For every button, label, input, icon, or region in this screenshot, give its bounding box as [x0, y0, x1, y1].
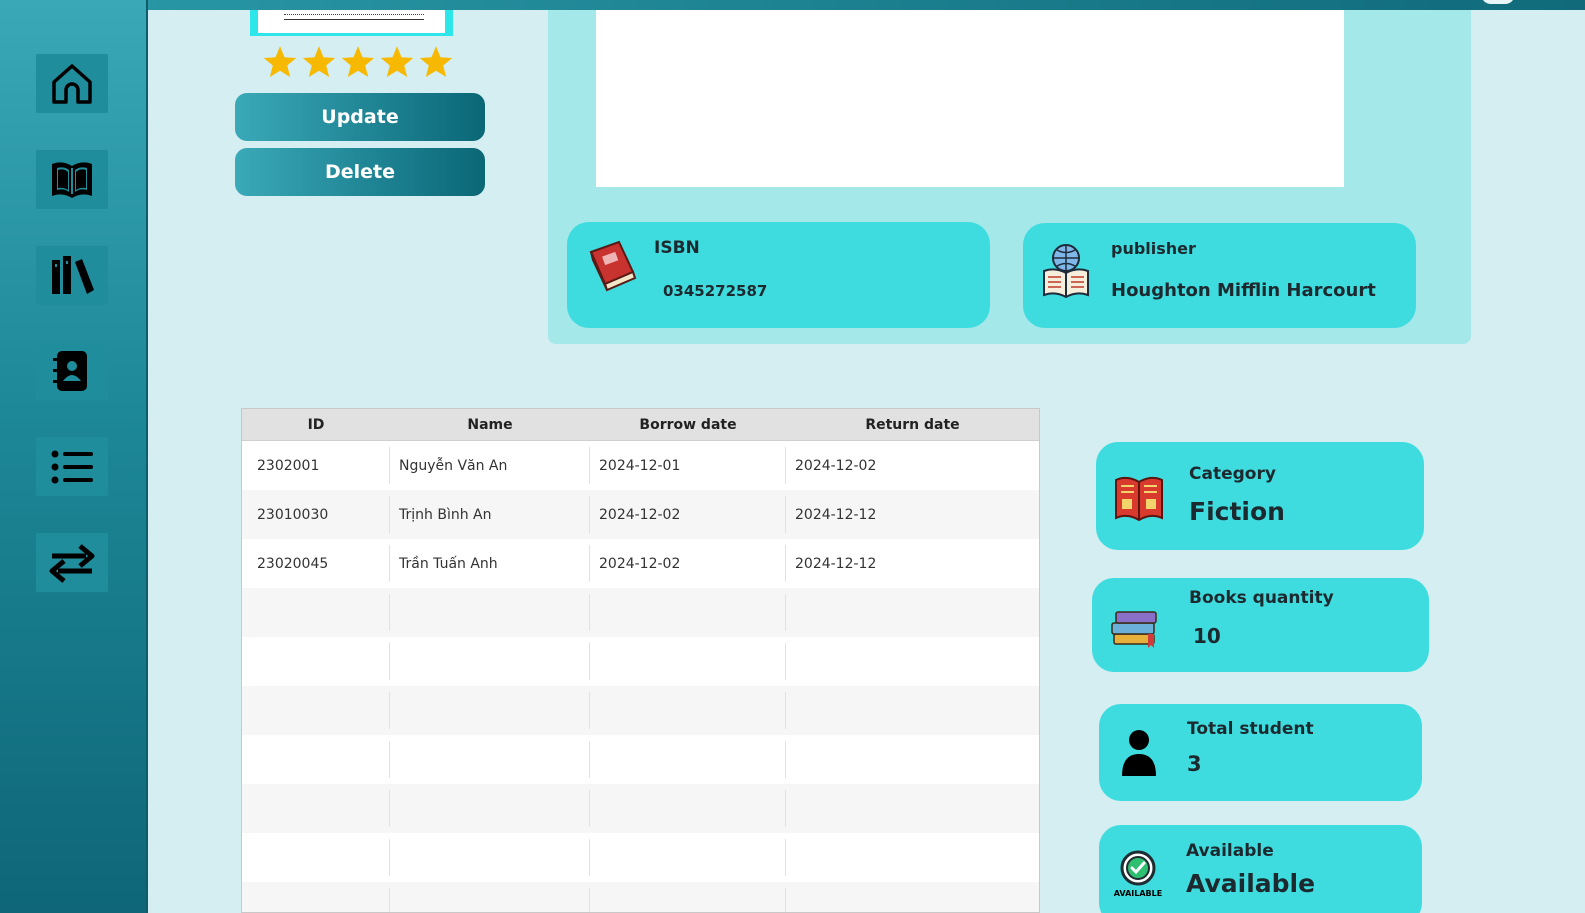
column-header-return-date[interactable]: Return date — [786, 409, 1039, 440]
empty-row[interactable] — [242, 686, 1039, 735]
available-badge-text: AVAILABLE — [1114, 889, 1162, 898]
cell-id: 2302001 — [242, 447, 390, 484]
cell-borrow-date: 2024-12-02 — [590, 545, 786, 582]
book-cover-image — [250, 10, 453, 36]
publisher-card: publisher Houghton Mifflin Harcourt — [1023, 223, 1416, 328]
table-row[interactable]: 2302001 Nguyễn Văn An 2024-12-01 2024-12… — [242, 441, 1039, 490]
window-control[interactable] — [1481, 0, 1515, 4]
cell-return-date: 2024-12-12 — [795, 506, 877, 523]
table-row[interactable]: 23010030 Trịnh Bình An 2024-12-02 2024-1… — [242, 490, 1039, 539]
cover-text — [284, 14, 424, 20]
contacts-icon — [53, 350, 87, 391]
nav-library-button[interactable] — [36, 246, 108, 305]
delete-button[interactable]: Delete — [235, 148, 485, 196]
books-quantity-value: 10 — [1193, 624, 1221, 648]
available-badge-icon: AVAILABLE — [1114, 850, 1162, 898]
empty-row[interactable] — [242, 588, 1039, 637]
star-icon — [302, 46, 336, 77]
book-stack-icon — [1111, 611, 1157, 648]
cell-return-date: 2024-12-02 — [795, 457, 877, 474]
column-header-borrow-date[interactable]: Borrow date — [590, 409, 786, 440]
isbn-value: 0345272587 — [663, 282, 768, 300]
library-icon — [52, 255, 94, 294]
empty-row[interactable] — [242, 882, 1039, 912]
cell-name: Trịnh Bình An — [390, 496, 590, 533]
nav-list-button[interactable] — [36, 437, 108, 496]
isbn-label: ISBN — [654, 238, 700, 258]
available-card: AVAILABLE Available Available — [1099, 825, 1422, 913]
column-header-id[interactable]: ID — [242, 409, 390, 440]
cell-name: Trần Tuấn Anh — [390, 545, 590, 582]
category-label: Category — [1189, 464, 1276, 484]
red-book-icon — [589, 240, 637, 292]
update-button[interactable]: Update — [235, 93, 485, 141]
empty-row[interactable] — [242, 833, 1039, 882]
star-icon — [263, 46, 297, 77]
borrow-table: ID Name Borrow date Return date 2302001 … — [241, 408, 1040, 913]
nav-home-button[interactable] — [36, 54, 108, 113]
top-bar — [0, 0, 1585, 10]
isbn-card: ISBN 0345272587 — [567, 222, 990, 328]
cell-borrow-date: 2024-12-02 — [590, 496, 786, 533]
open-book-icon — [1115, 476, 1163, 522]
cell-id: 23020045 — [242, 545, 390, 582]
available-label: Available — [1186, 841, 1274, 861]
nav-transfer-button[interactable] — [36, 533, 108, 592]
cell-id: 23010030 — [242, 496, 390, 533]
publisher-label: publisher — [1111, 239, 1196, 258]
sidebar — [0, 0, 148, 913]
category-card: Category Fiction — [1096, 442, 1424, 550]
cell-name: Nguyễn Văn An — [390, 447, 590, 484]
book-details-panel: ISBN 0345272587 publisher Houghton Miffl… — [548, 10, 1471, 344]
table-header: ID Name Borrow date Return date — [242, 409, 1039, 441]
nav-books-button[interactable] — [36, 150, 108, 209]
empty-row[interactable] — [242, 735, 1039, 784]
star-icon — [419, 46, 453, 77]
total-student-value: 3 — [1187, 752, 1202, 776]
publisher-value: Houghton Mifflin Harcourt — [1111, 280, 1376, 301]
available-value: Available — [1186, 869, 1316, 898]
globe-book-icon — [1043, 244, 1089, 299]
description-textarea[interactable] — [596, 10, 1344, 187]
empty-row[interactable] — [242, 784, 1039, 833]
total-student-label: Total student — [1187, 719, 1314, 739]
books-quantity-label: Books quantity — [1189, 588, 1334, 608]
total-student-card: Total student 3 — [1099, 704, 1422, 801]
book-icon — [52, 161, 92, 198]
rating-stars — [262, 44, 454, 80]
person-icon — [1122, 730, 1156, 776]
table-row[interactable]: 23020045 Trần Tuấn Anh 2024-12-02 2024-1… — [242, 539, 1039, 588]
transfer-icon — [49, 543, 95, 583]
home-icon — [52, 63, 92, 104]
category-value: Fiction — [1189, 497, 1285, 526]
nav-contacts-button[interactable] — [36, 341, 108, 400]
star-icon — [380, 46, 414, 77]
books-quantity-card: Books quantity 10 — [1092, 578, 1429, 672]
empty-row[interactable] — [242, 637, 1039, 686]
cell-return-date: 2024-12-12 — [795, 555, 877, 572]
column-header-name[interactable]: Name — [390, 409, 590, 440]
cell-borrow-date: 2024-12-01 — [590, 447, 786, 484]
star-icon — [341, 46, 375, 77]
list-icon — [51, 450, 93, 483]
